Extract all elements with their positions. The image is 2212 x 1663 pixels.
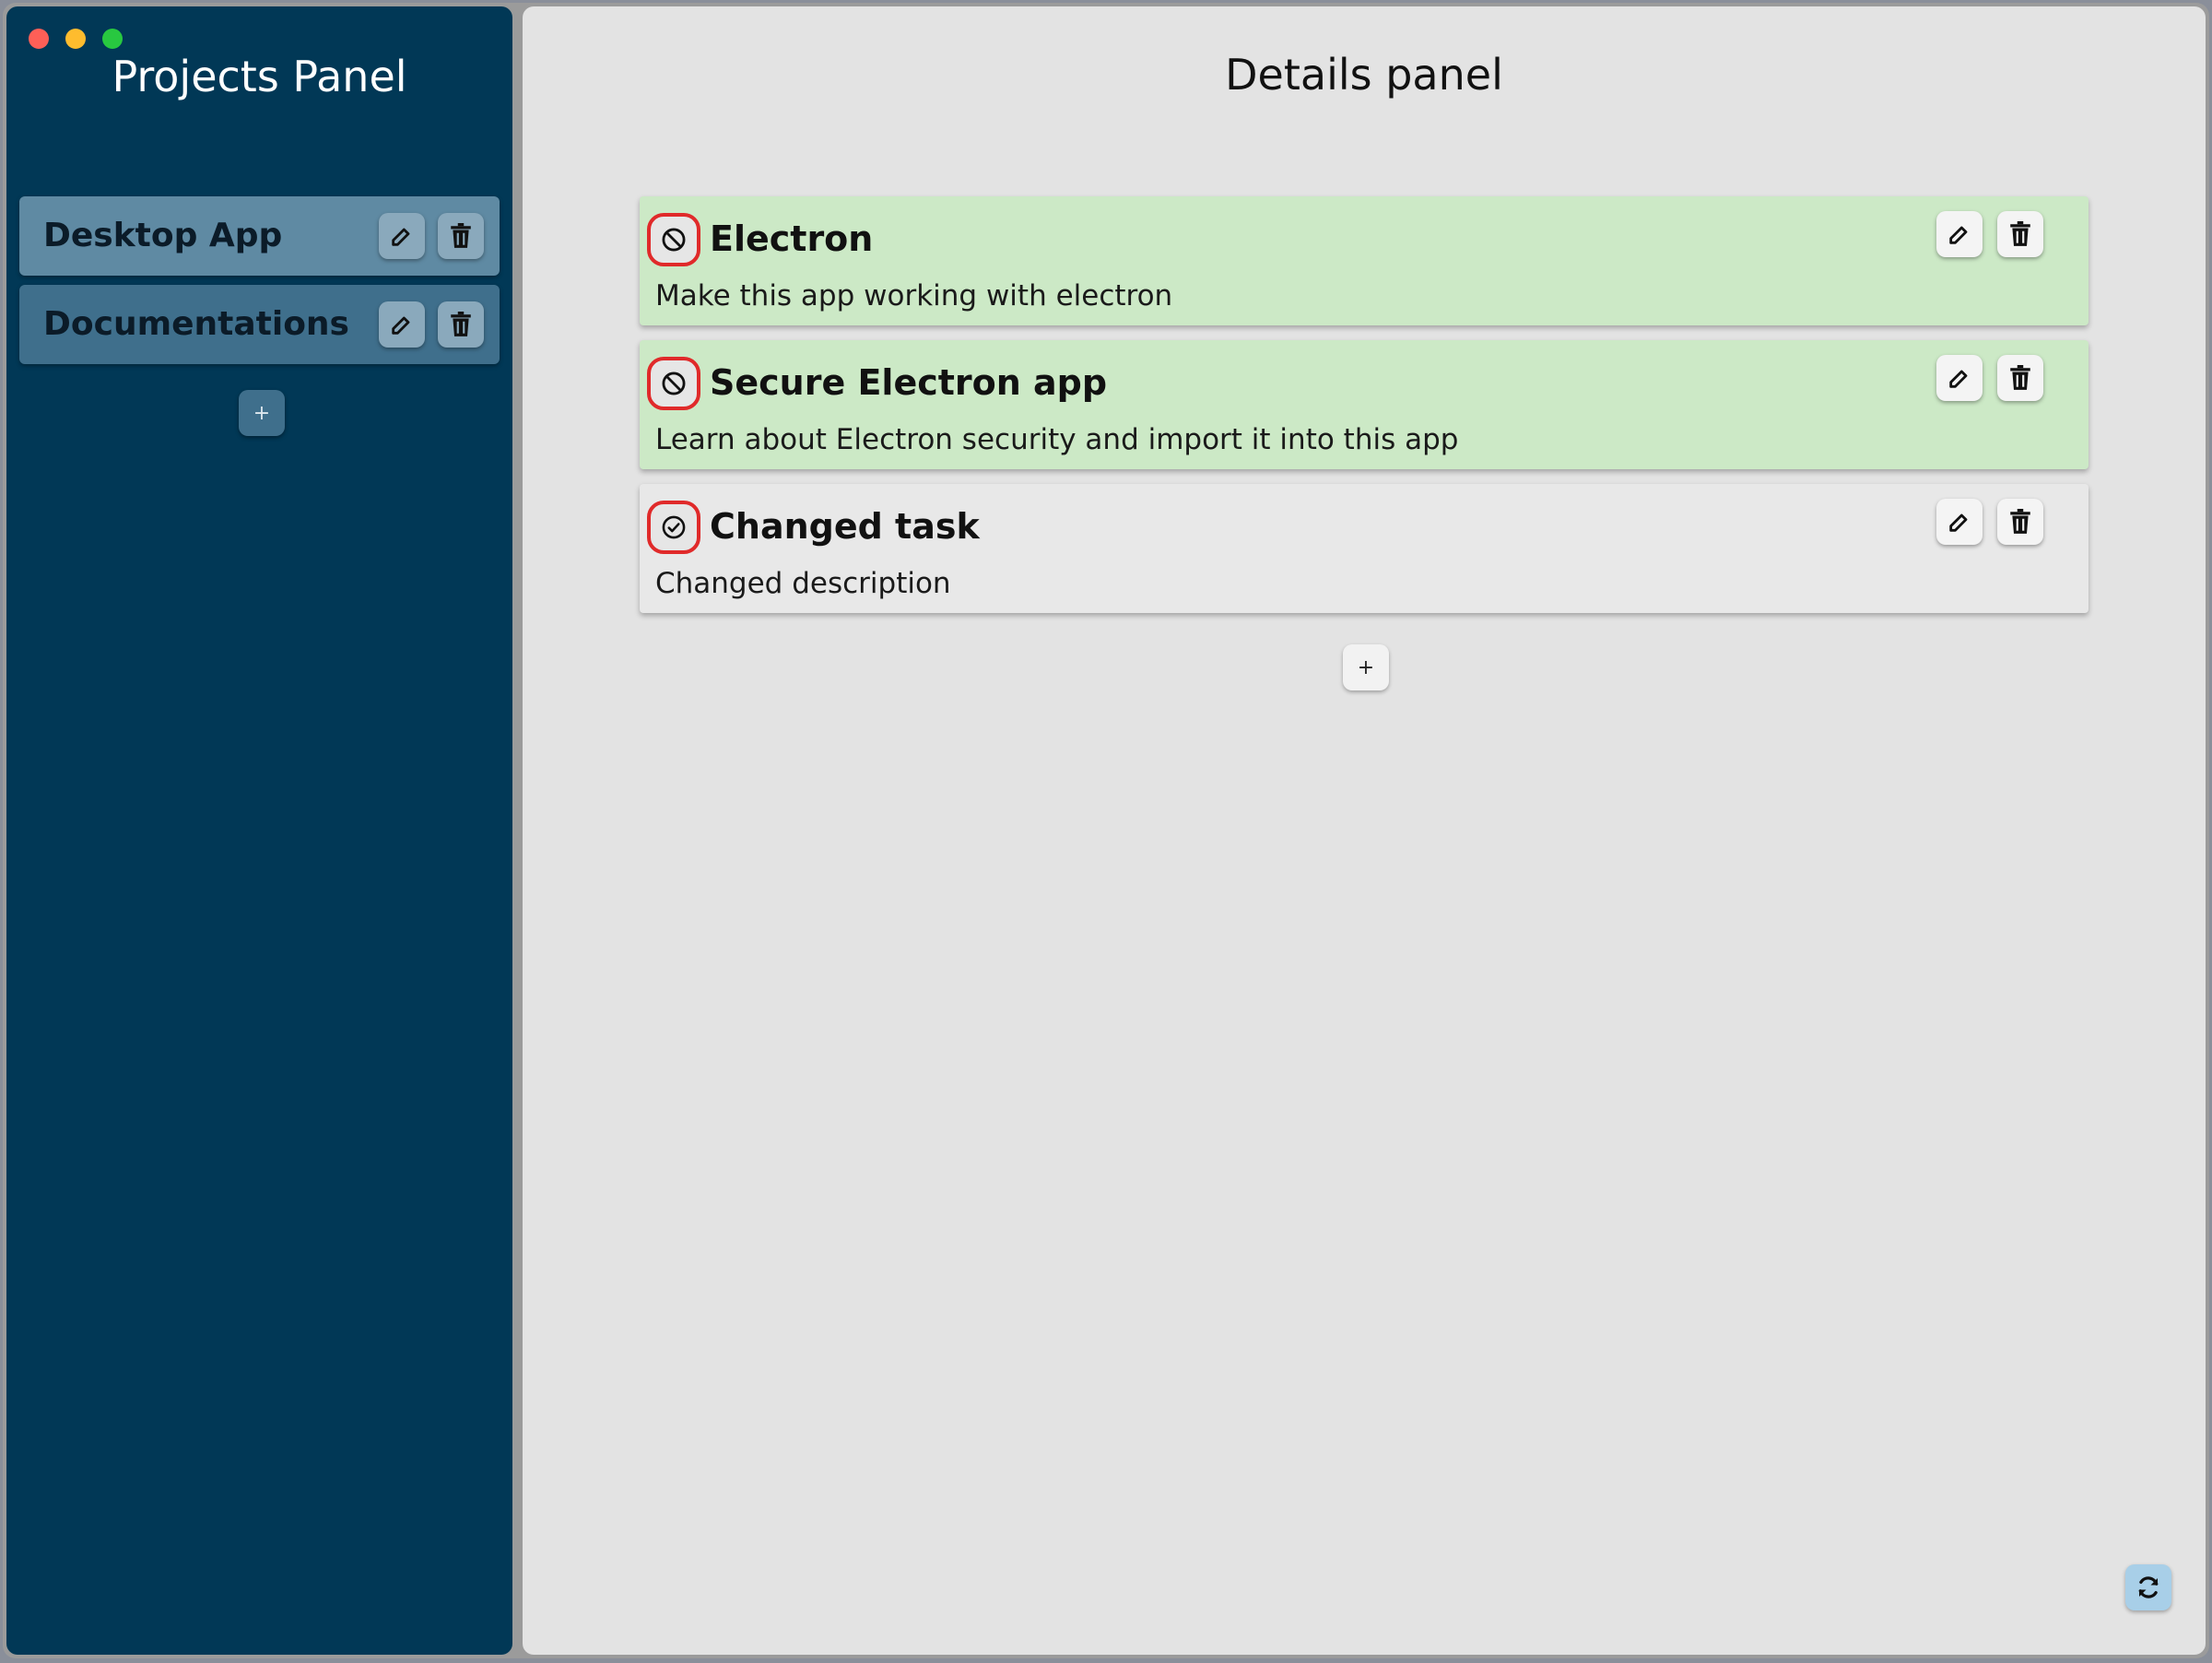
trash-icon: [2010, 365, 2030, 390]
delete-task-button[interactable]: [1997, 211, 2043, 257]
projects-sidebar: Projects Panel Desktop App Documentation…: [6, 6, 512, 1655]
task-title: Electron: [710, 218, 874, 259]
add-task-button[interactable]: +: [1343, 644, 1389, 690]
edit-icon: [1949, 226, 1968, 244]
edit-task-button[interactable]: [1936, 499, 1983, 545]
edit-icon: [1949, 513, 1968, 532]
edit-task-button[interactable]: [1936, 211, 1983, 257]
project-item-desktop-app[interactable]: Desktop App: [19, 196, 500, 276]
delete-project-button[interactable]: [438, 213, 484, 259]
task-description: Learn about Electron security and import…: [655, 423, 1459, 456]
ban-icon: [662, 372, 686, 395]
task-status-button[interactable]: [647, 213, 700, 266]
edit-project-button[interactable]: [379, 213, 425, 259]
trash-icon: [2010, 221, 2030, 246]
task-description: Changed description: [655, 567, 951, 600]
delete-task-button[interactable]: [1997, 355, 2043, 401]
project-item-documentations[interactable]: Documentations: [19, 285, 500, 364]
task-card: Changed task Changed description: [640, 484, 2088, 613]
refresh-icon: [2138, 1576, 2159, 1598]
trash-icon: [451, 223, 471, 248]
edit-icon: [392, 228, 410, 246]
trash-icon: [2010, 509, 2030, 534]
details-panel: Details panel Electron Make this app wor…: [523, 6, 2206, 1655]
window-close-button[interactable]: [29, 29, 49, 49]
app-window: Projects Panel Desktop App Documentation…: [3, 3, 2209, 1658]
check-circle-icon: [662, 515, 686, 539]
task-card: Secure Electron app Learn about Electron…: [640, 340, 2088, 469]
details-panel-title: Details panel: [1225, 50, 1503, 100]
task-status-button[interactable]: [647, 357, 700, 410]
task-description: Make this app working with electron: [655, 279, 1173, 313]
task-title: Changed task: [710, 506, 980, 547]
edit-task-button[interactable]: [1936, 355, 1983, 401]
trash-icon: [451, 312, 471, 336]
refresh-button[interactable]: [2125, 1564, 2171, 1610]
edit-project-button[interactable]: [379, 301, 425, 348]
delete-task-button[interactable]: [1997, 499, 2043, 545]
ban-icon: [662, 228, 686, 252]
window-minimize-button[interactable]: [65, 29, 86, 49]
task-title: Secure Electron app: [710, 362, 1108, 403]
projects-panel-title: Projects Panel: [112, 52, 407, 101]
project-label: Desktop App: [43, 217, 283, 254]
window-zoom-button[interactable]: [102, 29, 123, 49]
task-status-button[interactable]: [647, 501, 700, 554]
edit-icon: [392, 316, 410, 335]
project-label: Documentations: [43, 305, 349, 343]
delete-project-button[interactable]: [438, 301, 484, 348]
task-card: Electron Make this app working with elec…: [640, 196, 2088, 325]
edit-icon: [1949, 370, 1968, 388]
add-project-button[interactable]: +: [239, 390, 285, 436]
